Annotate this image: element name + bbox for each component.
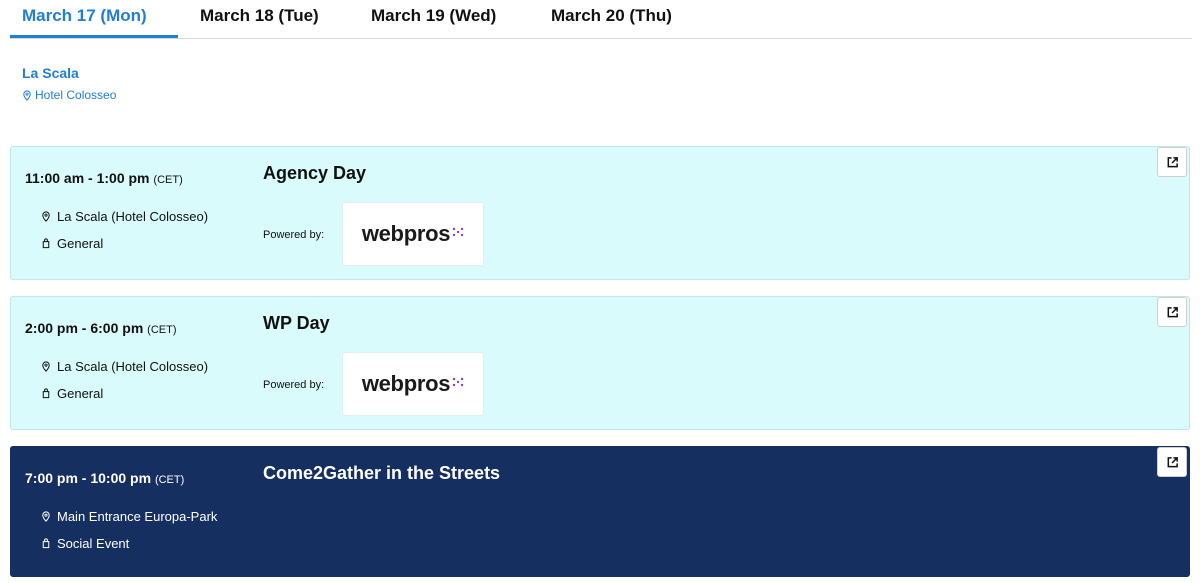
session-card[interactable]: 11:00 am - 1:00 pm (CET) La Scala (Hotel… [10,146,1190,280]
session-time: 7:00 pm - 10:00 pm (CET) [25,470,185,486]
external-link-icon[interactable] [1157,447,1187,477]
venue-hotel[interactable]: Hotel Colosseo [22,88,116,102]
sponsor-mark-icon [452,227,464,237]
session-title[interactable]: Agency Day [263,163,366,184]
session-track: General [41,386,103,401]
map-pin-icon [22,89,32,101]
tag-icon [41,538,51,549]
tag-icon [41,238,51,249]
session-time: 11:00 am - 1:00 pm (CET) [25,170,183,186]
session-location: La Scala (Hotel Colosseo) [41,359,208,374]
timezone-label: (CET) [147,324,177,336]
timezone-label: (CET) [154,474,185,486]
session-location: La Scala (Hotel Colosseo) [41,209,208,224]
session-title[interactable]: WP Day [263,313,330,334]
tag-icon [41,388,51,399]
session-track: General [41,236,103,251]
session-title[interactable]: Come2Gather in the Streets [263,463,500,484]
session-location: Main Entrance Europa-Park [41,509,217,524]
session-time: 2:00 pm - 6:00 pm (CET) [25,320,177,336]
tab-march-18[interactable]: March 18 (Tue) [200,6,319,26]
session-card[interactable]: 2:00 pm - 6:00 pm (CET) La Scala (Hotel … [10,296,1190,430]
day-tabs: March 17 (Mon) March 18 (Tue) March 19 (… [10,0,1192,39]
sponsor-logo: webpros [342,202,484,266]
map-pin-icon [41,511,51,522]
tab-march-19[interactable]: March 19 (Wed) [371,6,496,26]
tab-march-20[interactable]: March 20 (Thu) [551,6,672,26]
timezone-label: (CET) [153,174,183,186]
powered-by-label: Powered by: [263,379,325,391]
sponsor-logo: webpros [342,352,484,416]
session-card[interactable]: 7:00 pm - 10:00 pm (CET) Main Entrance E… [10,446,1190,577]
external-link-icon[interactable] [1157,147,1187,177]
venue-hotel-label: Hotel Colosseo [35,88,117,102]
venue-name[interactable]: La Scala [22,65,79,81]
map-pin-icon [41,361,51,372]
session-track: Social Event [41,536,129,551]
external-link-icon[interactable] [1157,297,1187,327]
tab-march-17[interactable]: March 17 (Mon) [22,6,147,26]
sponsor-mark-icon [452,377,464,387]
map-pin-icon [41,211,51,222]
powered-by-label: Powered by: [263,229,325,241]
active-tab-indicator [10,35,178,38]
